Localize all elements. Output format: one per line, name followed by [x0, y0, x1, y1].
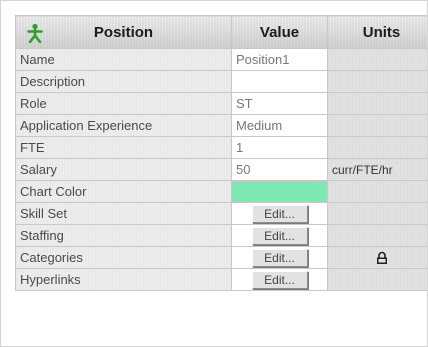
table-row: Name Position1 [15, 48, 427, 71]
table-row: Description [15, 70, 427, 93]
table-row: FTE 1 [15, 136, 427, 159]
row-label-fte: FTE [15, 136, 232, 159]
row-label-chart-color: Chart Color [15, 180, 232, 203]
row-label-staffing: Staffing [15, 224, 232, 247]
table-row: Chart Color [15, 180, 427, 203]
lock-icon[interactable] [375, 251, 389, 265]
description-value-field[interactable] [231, 70, 328, 93]
staffing-units-cell [327, 224, 427, 247]
header-row: Position Value Units [15, 15, 427, 49]
chart-color-swatch[interactable] [231, 180, 328, 203]
column-header-position[interactable]: Position [15, 15, 232, 49]
role-value-field[interactable]: ST [231, 92, 328, 115]
row-label-salary: Salary [15, 158, 232, 181]
hyperlinks-edit-button[interactable]: Edit... [251, 270, 308, 289]
chart-color-units-cell [327, 180, 427, 203]
column-header-position-label: Position [93, 23, 154, 41]
name-value-field[interactable]: Position1 [231, 48, 328, 71]
staffing-value-cell: Edit... [231, 224, 328, 247]
table-row: Salary 50 curr/FTE/hr [15, 158, 427, 181]
role-units-cell [327, 92, 427, 115]
table-row: Skill Set Edit... [15, 202, 427, 225]
row-label-categories: Categories [15, 246, 232, 269]
skill-set-value-cell: Edit... [231, 202, 328, 225]
row-label-application-experience: Application Experience [15, 114, 232, 137]
table-row: Categories Edit... [15, 246, 427, 269]
row-label-hyperlinks: Hyperlinks [15, 268, 232, 291]
table-row: Hyperlinks Edit... [15, 268, 427, 291]
skill-set-units-cell [327, 202, 427, 225]
table-row: Role ST [15, 92, 427, 115]
row-label-description: Description [15, 70, 232, 93]
skill-set-edit-button[interactable]: Edit... [251, 204, 308, 223]
person-icon [27, 23, 43, 43]
application-experience-value-field[interactable]: Medium [231, 114, 328, 137]
column-header-units[interactable]: Units [327, 15, 427, 49]
name-units-cell [327, 48, 427, 71]
row-label-skill-set: Skill Set [15, 202, 232, 225]
categories-value-cell: Edit... [231, 246, 328, 269]
column-header-value[interactable]: Value [231, 15, 328, 49]
fte-units-cell [327, 136, 427, 159]
properties-table: Position Value Units Name Position1 Desc… [15, 15, 427, 291]
properties-panel: Position Value Units Name Position1 Desc… [0, 0, 428, 347]
row-label-role: Role [15, 92, 232, 115]
row-label-name: Name [15, 48, 232, 71]
staffing-edit-button[interactable]: Edit... [251, 226, 308, 245]
application-experience-units-cell [327, 114, 427, 137]
hyperlinks-value-cell: Edit... [231, 268, 328, 291]
hyperlinks-units-cell [327, 268, 427, 291]
categories-units-cell [327, 246, 427, 269]
table-row: Staffing Edit... [15, 224, 427, 247]
fte-value-field[interactable]: 1 [231, 136, 328, 159]
salary-value-field[interactable]: 50 [231, 158, 328, 181]
description-units-cell [327, 70, 427, 93]
salary-units-cell: curr/FTE/hr [327, 158, 427, 181]
categories-edit-button[interactable]: Edit... [251, 248, 308, 267]
table-row: Application Experience Medium [15, 114, 427, 137]
